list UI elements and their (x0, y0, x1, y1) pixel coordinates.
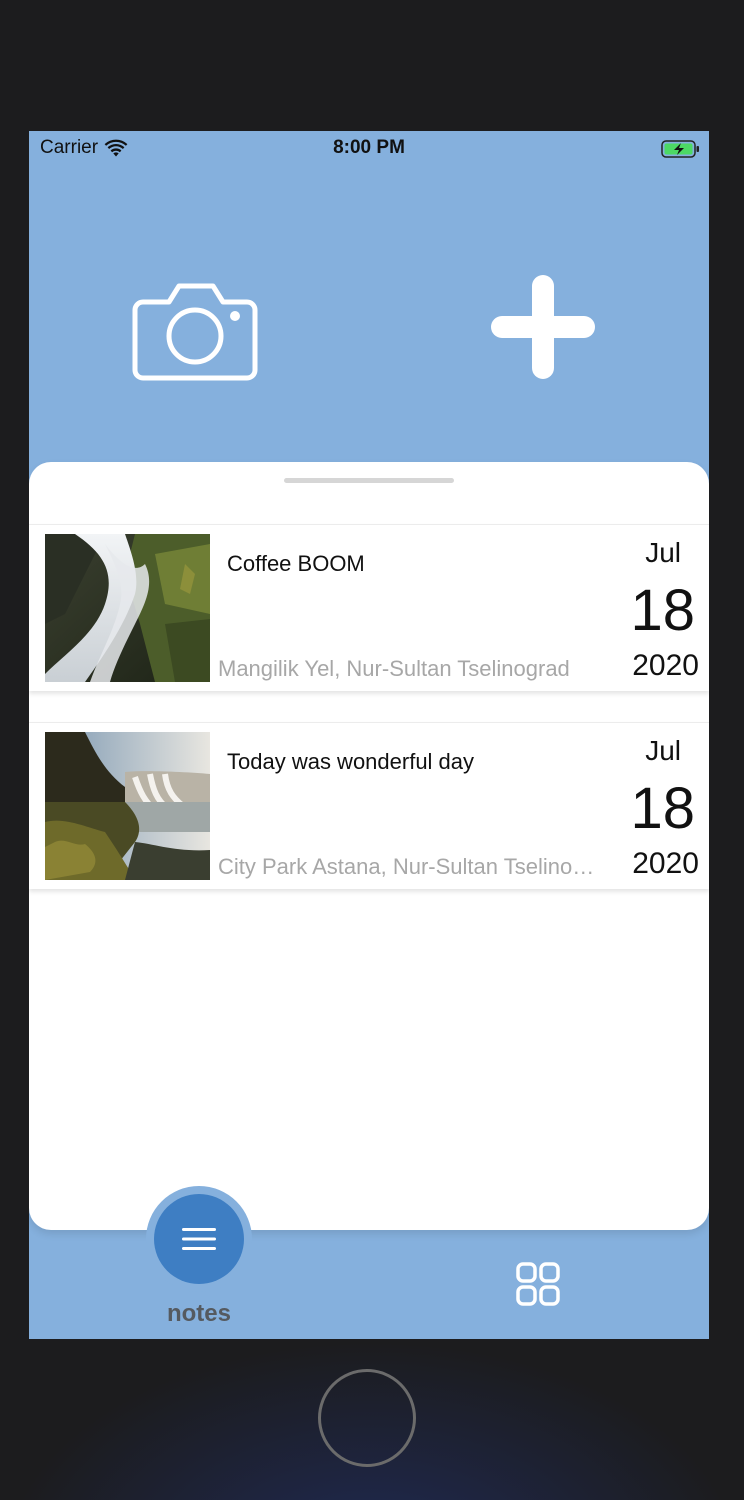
note-day: 18 (630, 578, 695, 643)
tab-notes-button[interactable] (154, 1194, 244, 1284)
grid-icon (516, 1262, 560, 1306)
note-location: City Park Astana, Nur-Sultan Tselinograd (218, 854, 602, 879)
camera-button[interactable] (129, 276, 261, 386)
status-bar: Carrier 8:00 PM (29, 131, 709, 165)
note-month: Jul (645, 537, 681, 568)
tab-bar: notes (29, 1186, 709, 1339)
note-year: 2020 (632, 847, 699, 880)
app-screen: Carrier 8:00 PM Coffee BOOM Mangilik Yel… (29, 131, 709, 1339)
battery-charging-icon (661, 140, 699, 158)
note-location: Mangilik Yel, Nur-Sultan Tselinograd (218, 656, 570, 681)
note-thumbnail (45, 732, 210, 880)
add-note-button[interactable] (487, 271, 599, 383)
note-month: Jul (645, 735, 681, 766)
tab-grid[interactable] (515, 1261, 561, 1307)
note-thumbnail (45, 534, 210, 682)
tab-notes-label: notes (166, 1300, 231, 1327)
camera-icon (132, 283, 258, 381)
note-day: 18 (630, 776, 695, 841)
note-card[interactable]: Coffee BOOM Mangilik Yel, Nur-Sultan Tse… (29, 524, 709, 691)
waterfall-landscape-photo (45, 732, 210, 880)
device-frame: Carrier 8:00 PM Coffee BOOM Mangilik Yel… (0, 0, 744, 1500)
note-title: Coffee BOOM (227, 551, 365, 576)
note-title: Today was wonderful day (227, 749, 475, 774)
menu-lines-icon (182, 1228, 216, 1250)
note-year: 2020 (632, 649, 699, 682)
note-card[interactable]: Today was wonderful day City Park Astana… (29, 722, 709, 889)
sheet-grabber[interactable] (284, 478, 454, 483)
notes-sheet: Coffee BOOM Mangilik Yel, Nur-Sultan Tse… (29, 462, 709, 1230)
status-time: 8:00 PM (333, 137, 405, 158)
tab-notes[interactable]: notes (146, 1186, 252, 1336)
notes-list: Coffee BOOM Mangilik Yel, Nur-Sultan Tse… (29, 524, 709, 920)
plus-icon (491, 275, 595, 379)
home-button[interactable] (318, 1369, 416, 1467)
waterfall-photo (45, 534, 210, 682)
